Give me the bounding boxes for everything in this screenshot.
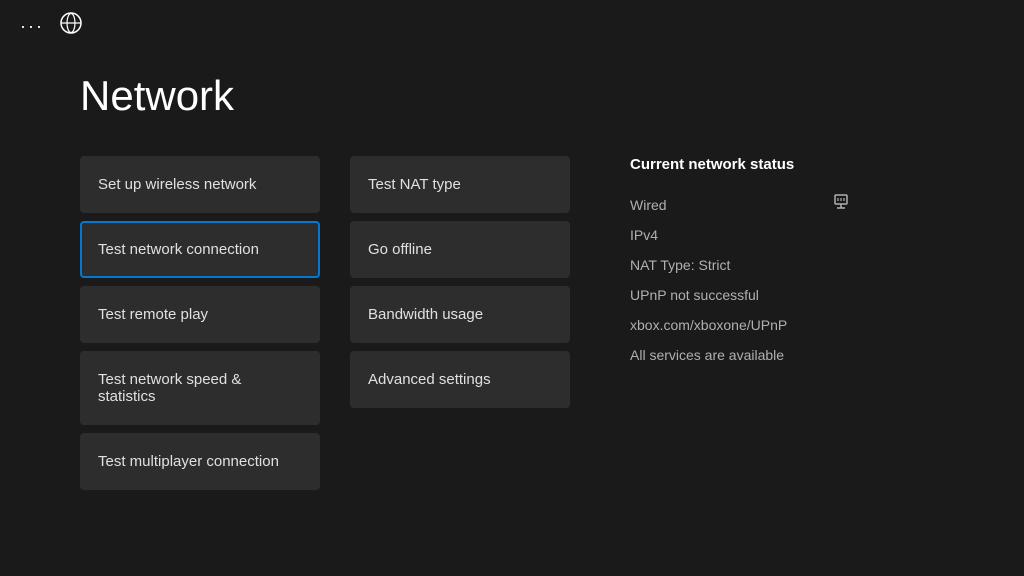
top-bar: ··· [0,0,1024,52]
xbox-icon [60,12,82,40]
test-network-connection-button[interactable]: Test network connection [80,221,320,278]
test-network-speed-button[interactable]: Test network speed & statistics [80,351,320,425]
columns-layout: Set up wireless network Test network con… [80,156,944,490]
bandwidth-usage-button[interactable]: Bandwidth usage [350,286,570,343]
upnp-url-row: xbox.com/xboxone/UPnP [630,310,850,340]
upnp-status-row: UPnP not successful [630,280,850,310]
nat-type-row: NAT Type: Strict [630,250,850,280]
test-remote-play-button[interactable]: Test remote play [80,286,320,343]
go-offline-button[interactable]: Go offline [350,221,570,278]
nat-type-label: NAT Type: Strict [630,254,730,276]
dots-icon[interactable]: ··· [20,16,44,37]
services-status-row: All services are available [630,340,850,370]
test-multiplayer-button[interactable]: Test multiplayer connection [80,433,320,490]
wired-label: Wired [630,194,667,216]
network-status-title: Current network status [630,156,850,173]
middle-column: Test NAT type Go offline Bandwidth usage… [350,156,570,490]
main-content: Network Set up wireless network Test net… [0,52,1024,510]
page-title: Network [80,72,944,120]
ipv4-label: IPv4 [630,224,658,246]
test-nat-type-button[interactable]: Test NAT type [350,156,570,213]
upnp-status-label: UPnP not successful [630,284,759,306]
upnp-url-label: xbox.com/xboxone/UPnP [630,314,787,336]
services-status-label: All services are available [630,344,784,366]
right-column: Current network status Wired IPv4 [630,156,850,490]
left-column: Set up wireless network Test network con… [80,156,320,490]
advanced-settings-button[interactable]: Advanced settings [350,351,570,408]
ipv4-row: IPv4 [630,220,850,250]
setup-wireless-button[interactable]: Set up wireless network [80,156,320,213]
ethernet-icon [832,193,850,216]
wired-row: Wired [630,189,850,220]
